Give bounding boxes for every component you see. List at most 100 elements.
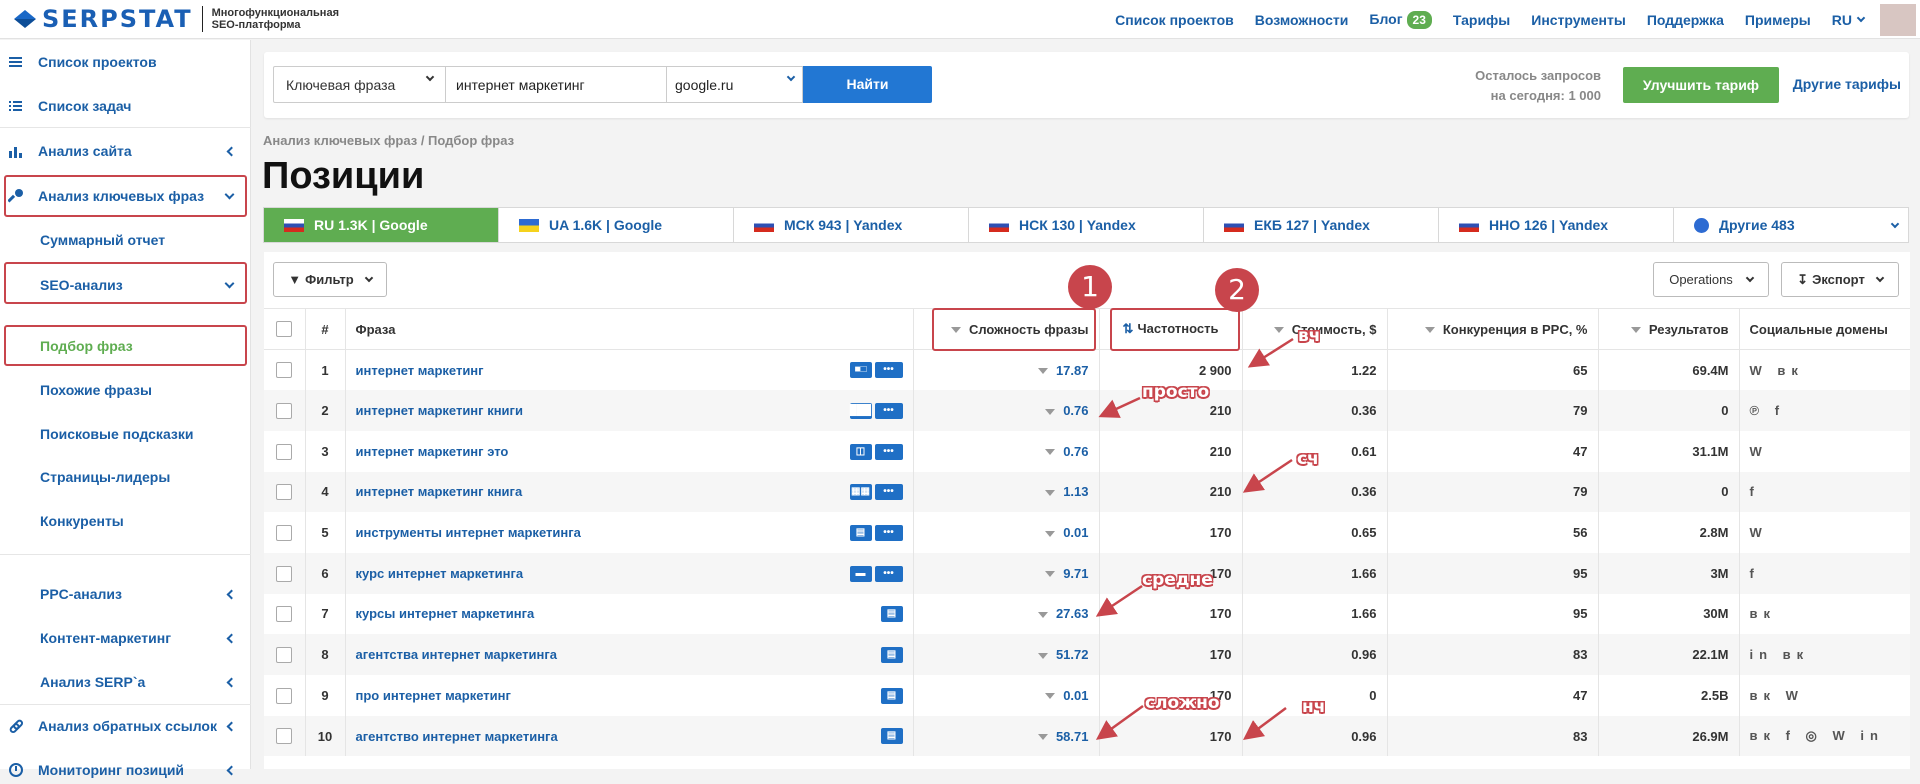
tab-region-nno[interactable]: ННО 126 | Yandex <box>1439 208 1674 242</box>
nav-support[interactable]: Поддержка <box>1647 12 1724 28</box>
row-checkbox[interactable] <box>276 565 293 582</box>
annotation-slozhno: сложно <box>1145 693 1220 713</box>
export-button[interactable]: ↧ Экспорт <box>1781 262 1899 297</box>
row-select-cell <box>264 634 305 675</box>
dropdown-arrow-icon[interactable] <box>1045 530 1056 537</box>
tab-region-nsk[interactable]: НСК 130 | Yandex <box>969 208 1204 242</box>
filter-button[interactable]: ▼ Фильтр <box>273 262 387 297</box>
sidebar-item-serp-analysis[interactable]: Анализ SERP`а <box>0 668 251 696</box>
keyword-link[interactable]: интернет маркетинг книга <box>356 484 523 499</box>
logo[interactable]: SERPSTAT Многофункциональная SEO-платфор… <box>14 5 352 33</box>
row-difficulty[interactable]: 58.71 <box>1056 729 1089 744</box>
col-competition[interactable]: Конкуренция в PPC, % <box>1386 308 1598 350</box>
sidebar-item-rank-tracking[interactable]: Мониторинг позиций <box>0 756 251 784</box>
more-icon[interactable]: ••• <box>874 443 903 460</box>
keyword-link[interactable]: курс интернет маркетинга <box>356 566 524 581</box>
row-difficulty[interactable]: 9.71 <box>1063 566 1088 581</box>
upgrade-button[interactable]: Улучшить тариф <box>1623 67 1779 103</box>
keyword-link[interactable]: интернет маркетинг это <box>356 444 509 459</box>
keyword-link[interactable]: инструменты интернет маркетинга <box>356 525 581 540</box>
row-checkbox[interactable] <box>276 443 293 460</box>
dropdown-arrow-icon[interactable] <box>1045 571 1056 578</box>
nav-examples[interactable]: Примеры <box>1745 12 1811 28</box>
dropdown-arrow-icon[interactable] <box>1037 734 1048 741</box>
nav-projects[interactable]: Список проектов <box>1115 12 1234 28</box>
nav-features[interactable]: Возможности <box>1255 12 1349 28</box>
row-checkbox[interactable] <box>276 402 293 419</box>
more-icon[interactable]: ••• <box>874 565 903 582</box>
sidebar-item-label: Страницы-лидеры <box>40 469 171 485</box>
search-input[interactable]: интернет маркетинг <box>445 66 667 103</box>
row-checkbox[interactable] <box>276 362 293 379</box>
row-cost: 1.22 <box>1241 349 1387 391</box>
sidebar-item-projects[interactable]: Список проектов <box>0 48 251 76</box>
row-difficulty[interactable]: 1.13 <box>1063 484 1088 499</box>
sidebar-item-label: Анализ SERP`а <box>40 674 146 690</box>
dropdown-arrow-icon[interactable] <box>1045 489 1056 496</box>
nav-pricing[interactable]: Тарифы <box>1453 12 1510 28</box>
col-phrase[interactable]: Фраза <box>344 308 913 350</box>
nav-blog[interactable]: Блог 23 <box>1369 10 1432 29</box>
more-icon[interactable]: ••• <box>874 402 903 419</box>
row-difficulty[interactable]: 27.63 <box>1056 606 1089 621</box>
tab-label: Другие 483 <box>1719 217 1795 233</box>
keyword-link[interactable]: интернет маркетинг <box>356 363 484 378</box>
row-checkbox[interactable] <box>276 484 293 501</box>
col-results[interactable]: Результатов <box>1597 308 1739 350</box>
dropdown-arrow-icon[interactable] <box>1037 368 1048 375</box>
sidebar-item-similar-phrases[interactable]: Похожие фразы <box>0 376 251 404</box>
dropdown-arrow-icon[interactable] <box>1045 408 1056 415</box>
sidebar-divider <box>0 127 251 128</box>
sidebar-item-tasks[interactable]: Список задач <box>0 92 251 120</box>
more-icon[interactable]: ••• <box>874 524 903 541</box>
row-checkbox[interactable] <box>276 728 293 745</box>
dropdown-arrow-icon[interactable] <box>1037 612 1048 619</box>
dropdown-arrow-icon[interactable] <box>1037 652 1048 659</box>
search-panel: Ключевая фраза интернет маркетинг google… <box>264 52 1909 118</box>
row-difficulty[interactable]: 0.01 <box>1063 525 1088 540</box>
row-difficulty[interactable]: 0.76 <box>1063 444 1088 459</box>
avatar[interactable] <box>1880 4 1916 36</box>
sidebar-item-ppc[interactable]: PPC-анализ <box>0 580 251 608</box>
other-plans-link[interactable]: Другие тарифы <box>1793 76 1901 92</box>
tab-region-ru[interactable]: RU 1.3K | Google <box>264 208 499 242</box>
sidebar-item-site-analysis[interactable]: Анализ сайта <box>0 137 251 165</box>
keyword-link[interactable]: интернет маркетинг книги <box>356 403 523 418</box>
row-checkbox[interactable] <box>276 687 293 704</box>
keyword-link[interactable]: агентство интернет маркетинга <box>356 729 558 744</box>
dropdown-arrow-icon[interactable] <box>1045 693 1056 700</box>
more-icon[interactable]: ••• <box>874 484 903 501</box>
row-checkbox[interactable] <box>276 524 293 541</box>
language-selector[interactable]: RU <box>1832 12 1866 28</box>
serp-feature-icon: ▤ <box>880 646 903 663</box>
row-results: 26.9M <box>1597 715 1739 757</box>
row-difficulty[interactable]: 17.87 <box>1056 363 1089 378</box>
row-checkbox[interactable] <box>276 646 293 663</box>
search-button[interactable]: Найти <box>803 66 932 103</box>
tab-region-ekb[interactable]: ЕКБ 127 | Yandex <box>1204 208 1439 242</box>
row-checkbox[interactable] <box>276 606 293 623</box>
database-select[interactable]: google.ru <box>666 66 803 103</box>
brand-name: SERPSTAT <box>42 5 193 33</box>
sidebar-item-search-suggestions[interactable]: Поисковые подсказки <box>0 420 251 448</box>
select-all-checkbox[interactable] <box>276 321 293 338</box>
tab-region-msk[interactable]: МСК 943 | Yandex <box>734 208 969 242</box>
keyword-link[interactable]: про интернет маркетинг <box>356 688 511 703</box>
search-type-select[interactable]: Ключевая фраза <box>273 66 446 103</box>
sidebar-item-content-marketing[interactable]: Контент-маркетинг <box>0 624 251 652</box>
sidebar-item-competitors[interactable]: Конкуренты <box>0 507 251 535</box>
sidebar-item-backlinks[interactable]: Анализ обратных ссылок <box>0 712 251 740</box>
sidebar-item-summary[interactable]: Суммарный отчет <box>0 226 251 254</box>
row-difficulty[interactable]: 51.72 <box>1056 647 1089 662</box>
keyword-link[interactable]: агентства интернет маркетинга <box>356 647 558 662</box>
keyword-link[interactable]: курсы интернет маркетинга <box>356 606 535 621</box>
tab-region-other[interactable]: Другие 483 <box>1674 208 1908 242</box>
row-difficulty[interactable]: 0.01 <box>1063 688 1088 703</box>
row-difficulty[interactable]: 0.76 <box>1063 403 1088 418</box>
sidebar-item-top-pages[interactable]: Страницы-лидеры <box>0 463 251 491</box>
more-icon[interactable]: ••• <box>874 362 903 379</box>
operations-button[interactable]: Operations <box>1653 262 1769 297</box>
dropdown-arrow-icon[interactable] <box>1045 449 1056 456</box>
nav-tools[interactable]: Инструменты <box>1531 12 1626 28</box>
tab-region-ua[interactable]: UA 1.6K | Google <box>499 208 734 242</box>
